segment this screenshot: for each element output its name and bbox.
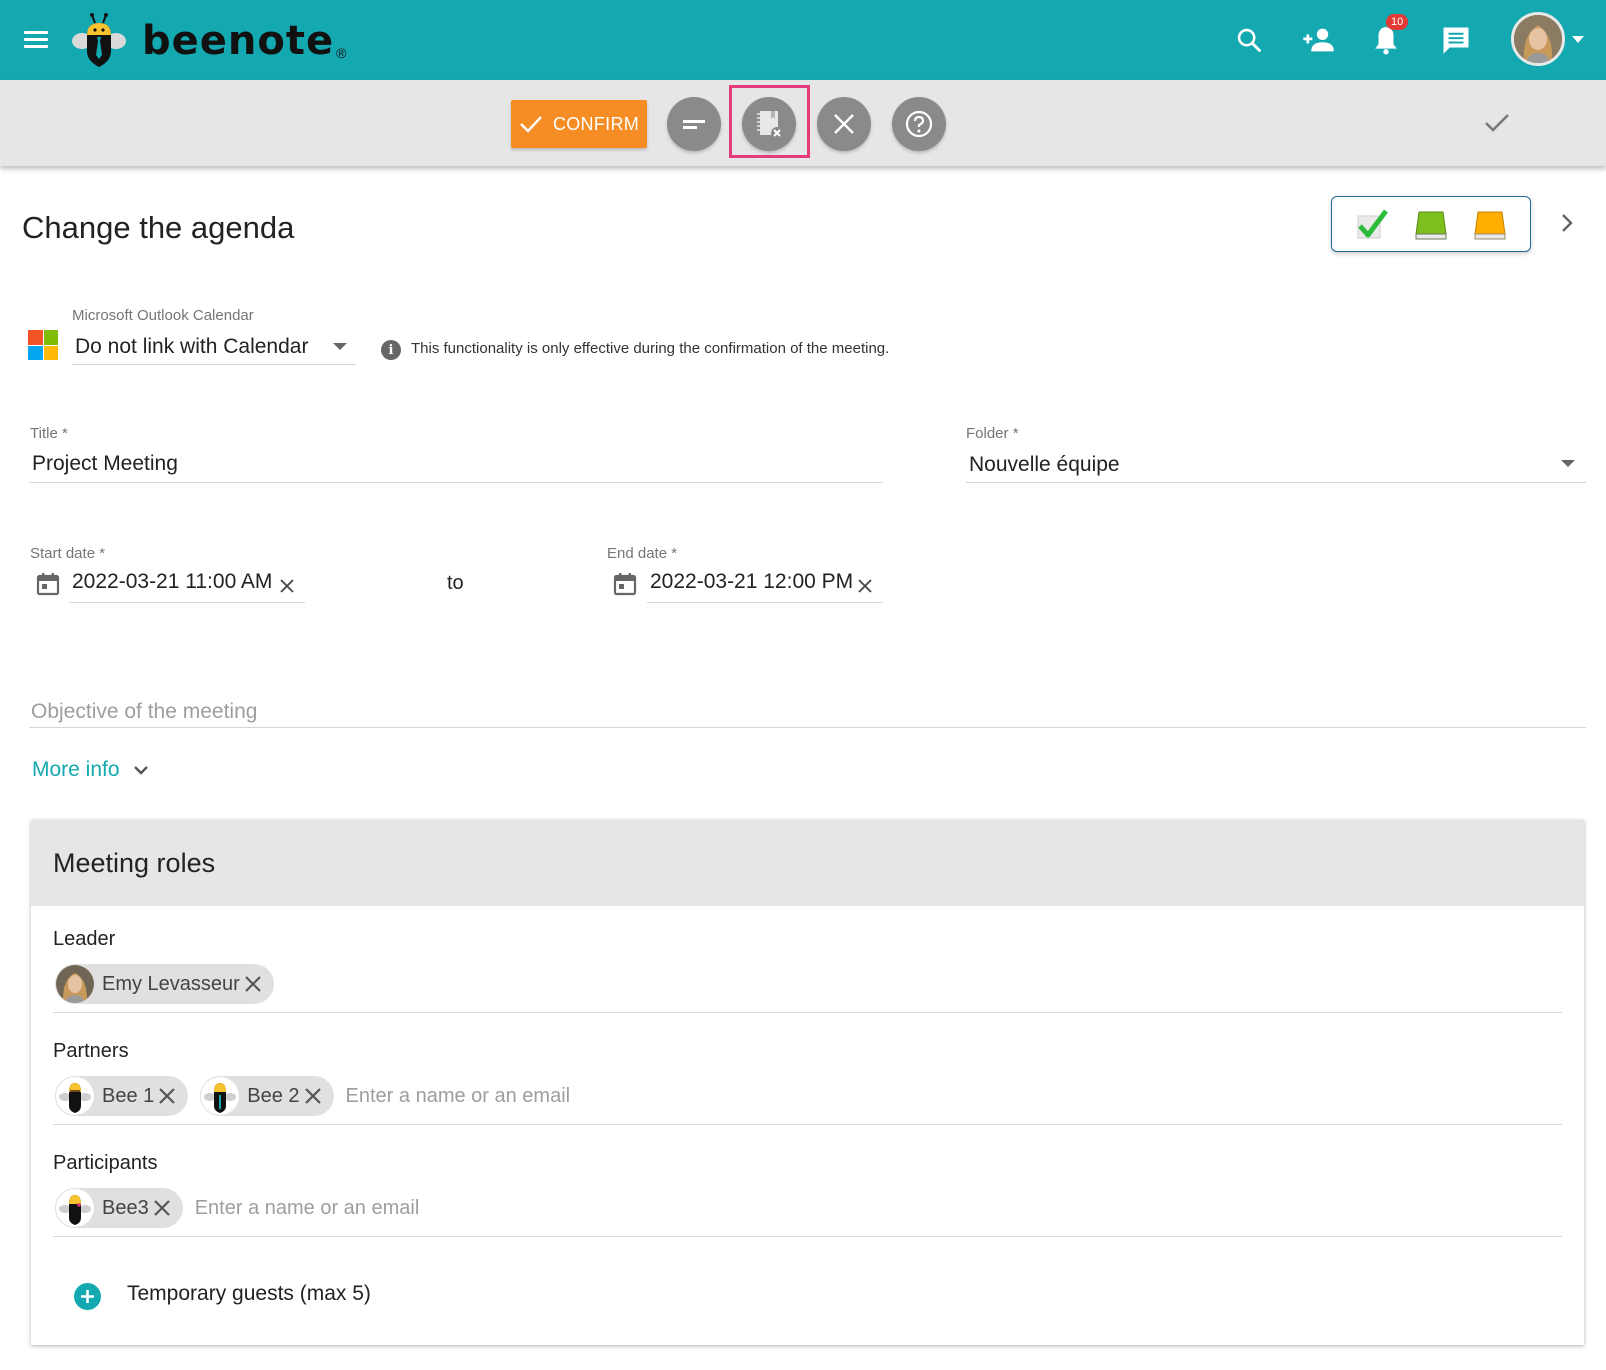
close-button[interactable] — [817, 97, 871, 151]
role-divider — [53, 1012, 1562, 1013]
end-date-underline — [647, 602, 883, 603]
objective-underline — [29, 727, 1586, 728]
chevron-down-icon[interactable] — [333, 343, 347, 350]
partners-label: Partners — [53, 1040, 129, 1062]
participants-label: Participants — [53, 1152, 158, 1174]
start-date-underline — [69, 602, 305, 603]
remove-chip-icon[interactable] — [151, 1197, 173, 1219]
start-date-label: Start date * — [30, 545, 106, 562]
role-divider — [53, 1236, 1562, 1237]
end-date-label: End date * — [607, 545, 678, 562]
participant-chip[interactable]: Bee3 — [55, 1188, 183, 1228]
meeting-status-selector — [1331, 196, 1531, 252]
role-divider — [53, 1124, 1562, 1125]
account-menu-caret-icon[interactable] — [1572, 36, 1584, 43]
menu-icon[interactable] — [22, 26, 50, 54]
add-user-icon[interactable] — [1298, 20, 1338, 60]
chip-name: Emy Levasseur — [102, 972, 240, 995]
page-title: Change the agenda — [22, 210, 295, 245]
action-toolbar: CONFIRM — [0, 80, 1606, 166]
close-icon — [834, 114, 854, 134]
help-button[interactable] — [892, 97, 946, 151]
title-underline — [29, 482, 883, 483]
objective-input[interactable]: Objective of the meeting — [31, 700, 257, 724]
minus-icon — [683, 120, 705, 129]
clear-end-date-icon[interactable] — [857, 578, 873, 594]
remove-chip-icon[interactable] — [156, 1085, 178, 1107]
add-temporary-guest-button[interactable] — [74, 1283, 101, 1310]
green-book-icon[interactable] — [1413, 206, 1449, 242]
leader-chip[interactable]: Emy Levasseur — [55, 964, 274, 1004]
beenote-logo[interactable]: beenote ® — [70, 10, 346, 70]
folder-label: Folder * — [966, 425, 1019, 442]
chevron-down-icon[interactable] — [1561, 460, 1575, 467]
date-range-separator: to — [447, 572, 464, 594]
notifications-icon[interactable]: 10 — [1366, 14, 1409, 60]
bee-avatar-icon — [56, 1077, 94, 1115]
calendar-icon[interactable] — [613, 572, 637, 596]
user-photo — [56, 965, 94, 1003]
cancel-agenda-button[interactable] — [742, 97, 796, 151]
participants-input[interactable] — [194, 1196, 595, 1220]
more-info-toggle[interactable]: More info — [32, 758, 150, 782]
bee-avatar-icon — [201, 1077, 240, 1115]
end-date-input[interactable]: 2022-03-21 12:00 PM — [650, 570, 853, 594]
folder-select[interactable]: Nouvelle équipe — [969, 453, 1120, 477]
start-date-input[interactable]: 2022-03-21 11:00 AM — [72, 570, 272, 594]
meeting-roles-title: Meeting roles — [53, 848, 216, 878]
minimize-button[interactable] — [667, 97, 721, 151]
check-icon[interactable] — [1482, 108, 1512, 138]
notebook-remove-icon — [757, 111, 783, 139]
leader-chip-row: Emy Levasseur — [55, 964, 274, 1004]
microsoft-logo-icon — [28, 330, 58, 360]
calendar-icon[interactable] — [36, 572, 60, 596]
calendar-info-text: This functionality is only effective dur… — [411, 340, 890, 357]
folder-underline — [966, 482, 1586, 483]
brand-name: beenote — [142, 18, 335, 64]
clear-start-date-icon[interactable] — [279, 578, 295, 594]
bee-avatar-icon — [56, 1189, 94, 1227]
search-icon[interactable] — [1229, 20, 1269, 60]
info-icon: i — [381, 340, 401, 360]
chip-name: Bee 2 — [247, 1084, 300, 1107]
help-icon — [905, 110, 933, 138]
meeting-roles-header: Meeting roles — [31, 820, 1584, 906]
top-app-bar: beenote ® 10 — [0, 0, 1606, 80]
partner-chip[interactable]: Bee 2 — [200, 1076, 334, 1116]
meeting-roles-card: Meeting roles Leader Emy Levasseur Partn… — [31, 820, 1584, 1345]
leader-label: Leader — [53, 928, 116, 950]
user-photo — [1514, 15, 1562, 63]
avatar — [56, 965, 94, 1003]
confirm-button[interactable]: CONFIRM — [511, 100, 647, 148]
remove-chip-icon[interactable] — [242, 973, 264, 995]
checked-status-icon[interactable] — [1354, 206, 1390, 242]
chip-name: Bee 1 — [102, 1084, 155, 1107]
chip-name: Bee3 — [102, 1196, 149, 1219]
participants-chip-row: Bee3 — [55, 1188, 595, 1228]
orange-book-icon[interactable] — [1472, 206, 1508, 242]
partners-chip-row: Bee 1 Bee 2 — [55, 1076, 746, 1116]
confirm-label: CONFIRM — [552, 113, 640, 134]
partners-input[interactable] — [345, 1084, 746, 1108]
more-info-label: More info — [32, 758, 120, 781]
notification-count-badge: 10 — [1386, 14, 1409, 30]
calendar-link-label: Microsoft Outlook Calendar — [72, 307, 254, 324]
chevron-right-icon[interactable] — [1558, 210, 1576, 236]
chevron-down-icon — [133, 766, 148, 775]
title-label: Title * — [30, 425, 68, 442]
remove-chip-icon[interactable] — [302, 1085, 324, 1107]
plus-icon — [81, 1290, 94, 1303]
user-avatar[interactable] — [1511, 12, 1565, 66]
calendar-link-select[interactable]: Do not link with Calendar — [75, 335, 308, 359]
check-icon — [520, 116, 542, 133]
title-input[interactable]: Project Meeting — [32, 452, 178, 476]
partner-chip[interactable]: Bee 1 — [55, 1076, 189, 1116]
brand-mark: ® — [336, 45, 347, 61]
temporary-guests-label[interactable]: Temporary guests (max 5) — [127, 1282, 371, 1306]
calendar-select-underline — [72, 364, 356, 365]
chat-icon[interactable] — [1436, 20, 1476, 60]
bee-mascot-icon — [72, 13, 126, 67]
